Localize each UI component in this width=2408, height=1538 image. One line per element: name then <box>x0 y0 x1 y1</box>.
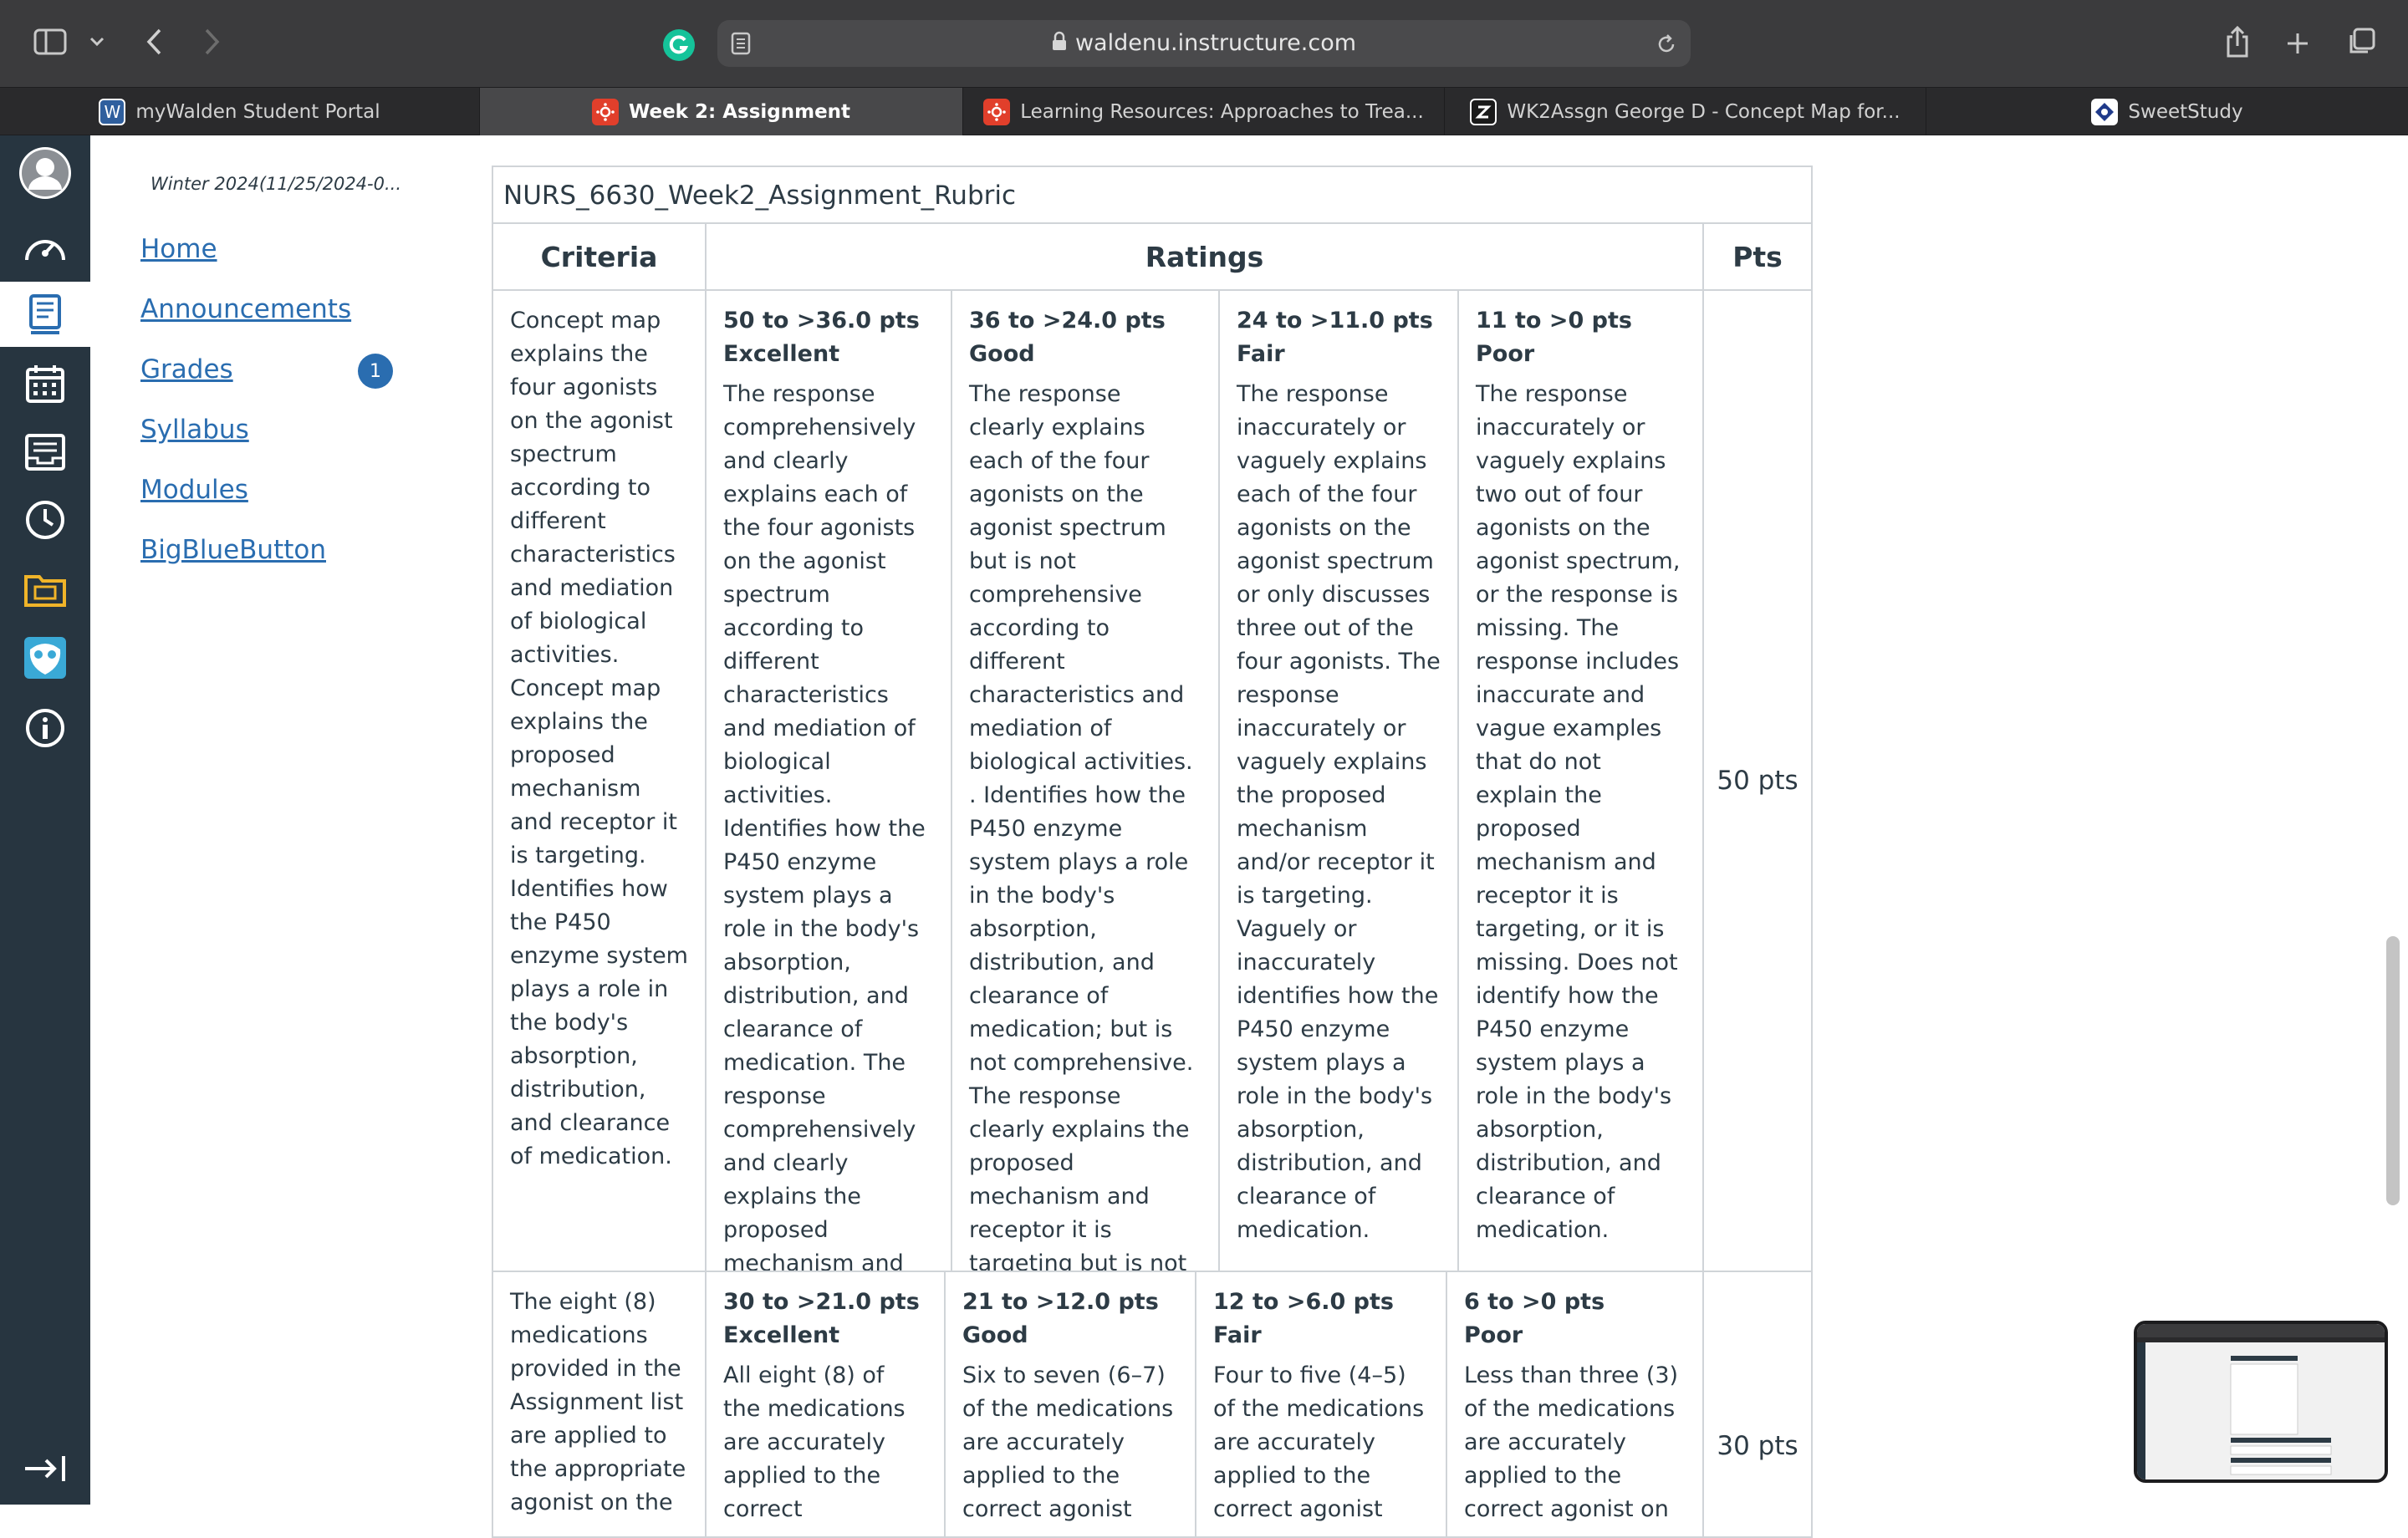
rubric-title-bar: NURS_6630_Week2_Assignment_Rubric <box>492 166 1813 224</box>
ratings-header: Ratings <box>705 222 1704 291</box>
rating-cell[interactable]: 6 to >0 pts Poor Less than three (3) of … <box>1446 1271 1704 1538</box>
collapse-nav-icon[interactable] <box>0 1436 90 1501</box>
help-info-icon[interactable] <box>0 695 90 761</box>
tab-label: Learning Resources: Approaches to Trea..… <box>1020 100 1424 123</box>
rating-cell[interactable]: 11 to >0 pts Poor The response inaccurat… <box>1457 289 1704 1272</box>
tab-wk2assgn[interactable]: WK2Assgn George D - Concept Map for... <box>1445 88 1926 135</box>
rating-description: Less than three (3) of the medications a… <box>1464 1362 1679 1522</box>
rating-name: Excellent <box>723 341 840 367</box>
rating-description: The response clearly explains each of th… <box>969 381 1194 1310</box>
rating-name: Excellent <box>723 1322 840 1348</box>
rating-name: Poor <box>1476 341 1535 367</box>
criterion-points: 50 pts <box>1702 289 1813 1272</box>
doc-icon <box>1470 98 1497 125</box>
rating-cell[interactable]: 50 to >36.0 pts Excellent The response c… <box>705 289 952 1343</box>
page-minimap[interactable] <box>2134 1321 2388 1483</box>
commons-folder-icon[interactable] <box>0 557 90 622</box>
criterion-description: The eight (8) medications provided in th… <box>492 1271 707 1538</box>
rating-name: Fair <box>1237 341 1285 367</box>
course-nav-syllabus[interactable]: Syllabus <box>140 415 249 445</box>
tab-label: Week 2: Assignment <box>628 100 851 123</box>
history-clock-icon[interactable] <box>0 487 90 553</box>
tab-label: SweetStudy <box>2128 100 2243 123</box>
browser-toolbar: waldenu.instructure.com <box>0 0 2408 87</box>
rating-points-range: 21 to >12.0 pts <box>962 1289 1159 1315</box>
rating-name: Poor <box>1464 1322 1523 1348</box>
tab-week2-assignment[interactable]: Week 2: Assignment <box>480 88 963 135</box>
grammarly-icon[interactable] <box>662 28 696 62</box>
tab-bar: W myWalden Student Portal Week 2: Assign… <box>0 87 2408 135</box>
walden-owl-icon[interactable] <box>0 625 90 690</box>
url-text: waldenu.instructure.com <box>717 20 1691 67</box>
global-navigation <box>0 135 90 1505</box>
back-icon[interactable] <box>140 25 167 59</box>
tab-label: myWalden Student Portal <box>135 100 380 123</box>
inbox-icon[interactable] <box>0 420 90 485</box>
grades-badge: 1 <box>358 354 393 389</box>
reload-icon[interactable] <box>1654 32 1679 57</box>
rating-name: Fair <box>1213 1322 1262 1348</box>
canvas-icon <box>591 98 619 125</box>
chevron-down-icon[interactable] <box>87 32 107 52</box>
term-label: Winter 2024(11/25/2024-0... <box>150 174 402 194</box>
pts-header: Pts <box>1702 222 1813 291</box>
account-avatar[interactable] <box>0 140 90 206</box>
calendar-icon[interactable] <box>0 351 90 416</box>
tab-mywalden[interactable]: W myWalden Student Portal <box>0 88 480 135</box>
page-scrollbar[interactable] <box>2381 135 2408 1505</box>
rating-description: The response inaccurately or vaguely exp… <box>1237 381 1441 1243</box>
criteria-header: Criteria <box>492 222 707 291</box>
rating-points-range: 11 to >0 pts <box>1476 308 1632 334</box>
rating-description: All eight (8) of the medications are acc… <box>723 1362 906 1522</box>
rating-points-range: 50 to >36.0 pts <box>723 308 920 334</box>
tab-label: WK2Assgn George D - Concept Map for... <box>1507 100 1900 123</box>
course-nav-announcements[interactable]: Announcements <box>140 294 351 324</box>
rating-cell[interactable]: 30 to >21.0 pts Excellent All eight (8) … <box>705 1271 946 1538</box>
dashboard-icon[interactable] <box>0 214 90 279</box>
rating-points-range: 36 to >24.0 pts <box>969 308 1166 334</box>
course-nav-bigbluebutton[interactable]: BigBlueButton <box>140 535 326 565</box>
forward-icon[interactable] <box>199 25 226 59</box>
address-bar[interactable]: waldenu.instructure.com <box>717 20 1691 67</box>
course-nav-modules[interactable]: Modules <box>140 475 248 505</box>
tab-learning-resources[interactable]: Learning Resources: Approaches to Trea..… <box>963 88 1445 135</box>
url-label: waldenu.instructure.com <box>1074 30 1357 56</box>
course-navigation: Winter 2024(11/25/2024-0... Home Announc… <box>90 135 492 1505</box>
rating-points-range: 30 to >21.0 pts <box>723 1289 920 1315</box>
criterion-points: 30 pts <box>1702 1271 1813 1538</box>
walden-w-icon: W <box>99 98 126 125</box>
rating-points-range: 6 to >0 pts <box>1464 1289 1605 1315</box>
criterion-description: Concept map explains the four agonists o… <box>492 289 707 1272</box>
rating-name: Good <box>969 341 1035 367</box>
canvas-icon <box>983 98 1011 125</box>
tab-overview-icon[interactable] <box>2344 25 2378 59</box>
courses-icon[interactable] <box>0 282 90 347</box>
rating-cell[interactable]: 36 to >24.0 pts Good The response clearl… <box>951 289 1220 1310</box>
rating-cell[interactable]: 21 to >12.0 pts Good Six to seven (6–7) … <box>944 1271 1196 1538</box>
rating-description: Four to five (4–5) of the medications ar… <box>1213 1362 1425 1522</box>
lock-icon <box>1052 21 1067 68</box>
rating-points-range: 24 to >11.0 pts <box>1237 308 1433 334</box>
sweetstudy-icon <box>2091 98 2119 125</box>
rubric-title: NURS_6630_Week2_Assignment_Rubric <box>503 181 1017 211</box>
course-nav-home[interactable]: Home <box>140 234 217 264</box>
rating-description: The response inaccurately or vaguely exp… <box>1476 381 1681 1243</box>
sidebar-toggle-icon[interactable] <box>32 27 69 57</box>
tab-sweetstudy[interactable]: SweetStudy <box>1926 88 2408 135</box>
rating-points-range: 12 to >6.0 pts <box>1213 1289 1394 1315</box>
rating-cell[interactable]: 24 to >11.0 pts Fair The response inaccu… <box>1218 289 1459 1272</box>
rating-description: The response comprehensively and clearly… <box>723 381 926 1343</box>
share-icon[interactable] <box>2221 23 2254 60</box>
rating-name: Good <box>962 1322 1028 1348</box>
rating-description: Six to seven (6–7) of the medications ar… <box>962 1362 1174 1522</box>
rating-cell[interactable]: 12 to >6.0 pts Fair Four to five (4–5) o… <box>1195 1271 1447 1538</box>
scrollbar-thumb[interactable] <box>2386 936 2400 1205</box>
new-tab-icon[interactable] <box>2281 27 2314 60</box>
course-nav-grades[interactable]: Grades <box>140 354 233 384</box>
